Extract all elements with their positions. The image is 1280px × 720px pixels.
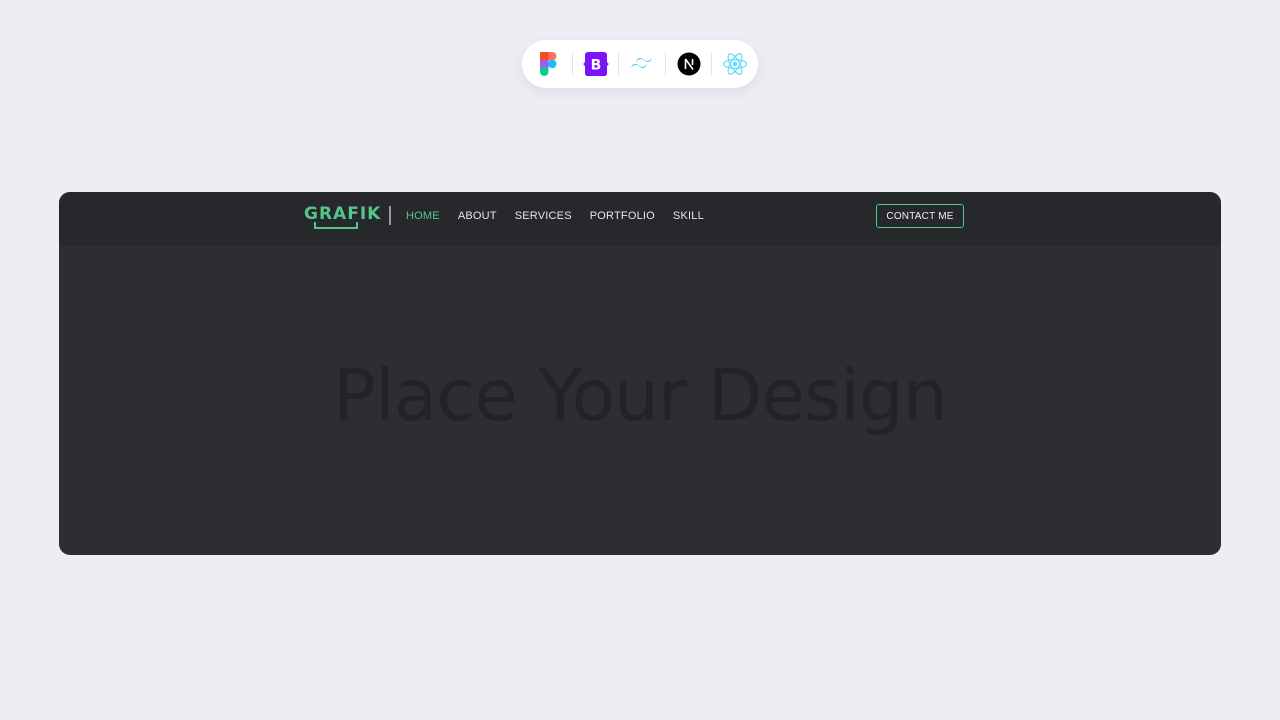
contact-me-button[interactable]: CONTACT ME <box>876 204 964 228</box>
nav-link-home[interactable]: HOME <box>406 210 440 222</box>
logo-text: GRAFIK <box>304 204 382 224</box>
logo-separator <box>389 206 391 225</box>
tech-stack-bar: B <box>522 40 758 88</box>
nav-link-about[interactable]: ABOUT <box>458 210 497 222</box>
nav-link-portfolio[interactable]: PORTFOLIO <box>590 210 655 222</box>
nextjs-icon <box>677 52 701 76</box>
figma-icon <box>540 52 557 76</box>
hero-placeholder-text: Place Your Design <box>333 354 948 437</box>
nextjs-item <box>666 40 712 88</box>
react-icon <box>723 53 748 75</box>
bootstrap-icon: B <box>582 52 609 76</box>
navbar: GRAFIK HOME ABOUT SERVICES PORTFOLIO SKI… <box>59 192 1221 246</box>
tailwind-icon <box>631 58 653 68</box>
nav-menu: HOME ABOUT SERVICES PORTFOLIO SKILL <box>406 192 704 240</box>
nav-link-skill[interactable]: SKILL <box>673 210 704 222</box>
nav-link-services[interactable]: SERVICES <box>515 210 572 222</box>
svg-text:B: B <box>590 58 601 74</box>
figma-item <box>538 40 560 88</box>
logo[interactable]: GRAFIK <box>304 204 382 229</box>
logo-underline-mark <box>314 222 358 229</box>
react-item <box>712 40 758 88</box>
bootstrap-item: B <box>573 40 619 88</box>
tailwind-item <box>619 40 665 88</box>
website-mockup: GRAFIK HOME ABOUT SERVICES PORTFOLIO SKI… <box>59 192 1221 555</box>
